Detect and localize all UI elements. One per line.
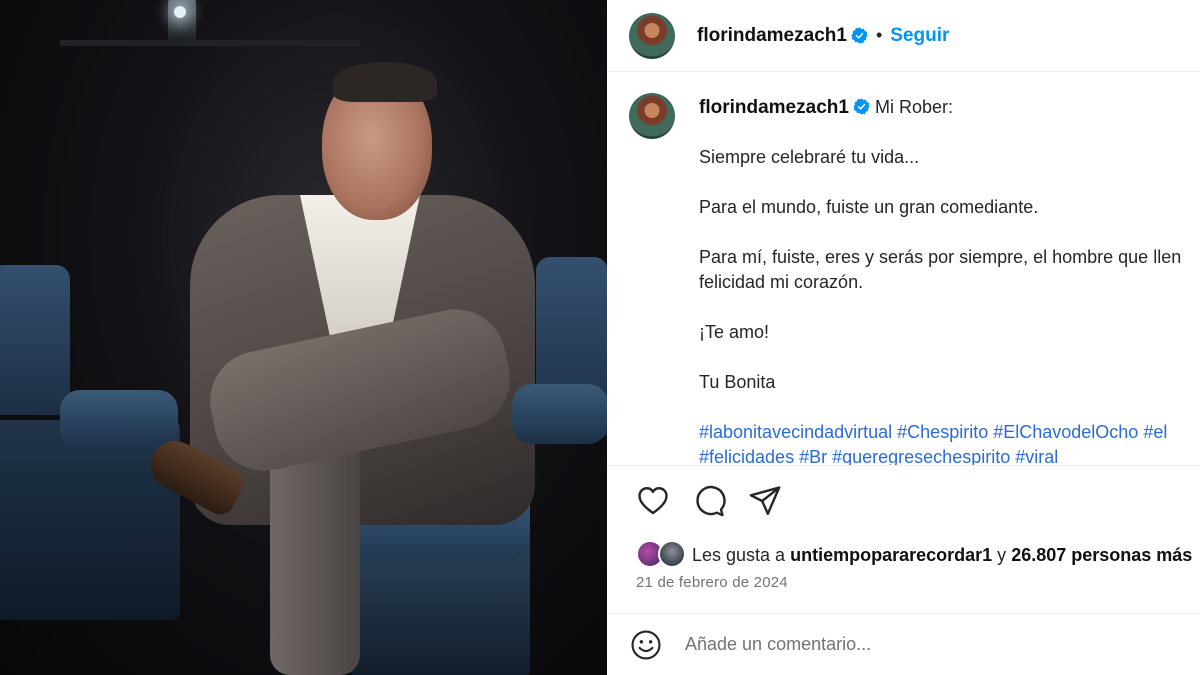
liker-avatar[interactable] (658, 540, 686, 568)
photo-lamp (168, 0, 196, 40)
theater-seat-left-base (0, 420, 180, 620)
caption-line: felicidad mi corazón. (699, 272, 864, 292)
man-hair (333, 62, 437, 102)
likes-user-link[interactable]: untiempopararecordar1 (790, 545, 992, 566)
likes-joiner: y (997, 544, 1007, 565)
theater-seat-right-arm (512, 384, 607, 444)
hashtag-link[interactable]: #ElChavodelOcho (993, 422, 1138, 442)
post-header: florindamezach1 • Seguir (607, 0, 1200, 72)
share-icon[interactable] (748, 484, 782, 518)
hashtag-line-1: #labonitavecindadvirtual #Chespirito #El… (699, 420, 1200, 445)
instagram-post: florindamezach1 • Seguir florindamezach1… (0, 0, 1200, 675)
comment-icon[interactable] (692, 484, 726, 518)
separator-dot: • (875, 25, 883, 45)
post-photo[interactable] (0, 0, 607, 675)
caption-line: Para el mundo, fuiste un gran comediante… (699, 197, 1039, 217)
actions-divider (607, 465, 1200, 466)
theater-seat-left-arm (60, 390, 178, 450)
hashtag-link[interactable]: #felicidades (699, 447, 794, 465)
caption-section: florindamezach1 Mi Rober: Siempre celebr… (607, 72, 1200, 465)
caption-line: Tu Bonita (699, 372, 776, 392)
caption-line: Siempre celebraré tu vida... (699, 147, 920, 167)
hashtag-link[interactable]: #el (1143, 422, 1167, 442)
hashtag-link[interactable]: #queregresechespirito (832, 447, 1010, 465)
action-bar (636, 484, 782, 518)
author-username[interactable]: florindamezach1 (697, 25, 847, 47)
verified-badge-icon (853, 98, 870, 115)
caption-first-line: florindamezach1 Mi Rober: (699, 95, 1200, 120)
comment-input[interactable] (685, 634, 1165, 655)
verified-badge-icon (851, 27, 868, 44)
caption-username[interactable]: florindamezach1 (699, 97, 849, 118)
photo-background-shelf (60, 40, 360, 46)
post-side-panel: florindamezach1 • Seguir florindamezach1… (607, 0, 1200, 675)
caption-line: Para mí, fuiste, eres y serás por siempr… (699, 247, 1182, 267)
theater-seat-left-back (0, 265, 70, 415)
hashtag-block: #labonitavecindadvirtual #Chespirito #El… (699, 420, 1200, 465)
emoji-icon[interactable] (629, 628, 663, 662)
likes-prefix: Les gusta a (692, 544, 786, 565)
likes-count-link[interactable]: 26.807 personas más (1011, 545, 1192, 566)
caption-line: ¡Te amo! (699, 322, 770, 342)
comment-bar (607, 613, 1200, 675)
follow-button[interactable]: Seguir (890, 25, 949, 47)
liker-avatars[interactable] (636, 540, 688, 570)
hashtag-link[interactable]: #Br (799, 447, 827, 465)
caption-author-avatar[interactable] (629, 93, 675, 139)
hashtag-line-2: #felicidades #Br #queregresechespirito #… (699, 445, 1200, 465)
hashtag-link[interactable]: #labonitavecindadvirtual (699, 422, 892, 442)
caption-body: florindamezach1 Mi Rober: Siempre celebr… (699, 95, 1200, 465)
caption-greeting: Mi Rober: (874, 97, 953, 117)
post-date[interactable]: 21 de febrero de 2024 (636, 574, 788, 591)
likes-summary: Les gusta a untiempopararecordar1 y 26.8… (636, 540, 1192, 570)
caption-paragraph: Para mí, fuiste, eres y serás por siempr… (699, 245, 1200, 295)
heart-icon[interactable] (636, 484, 670, 518)
author-avatar[interactable] (629, 12, 675, 59)
theater-seat-front (350, 545, 530, 675)
hashtag-link[interactable]: #viral (1015, 447, 1058, 465)
hashtag-link[interactable]: #Chespirito (897, 422, 988, 442)
